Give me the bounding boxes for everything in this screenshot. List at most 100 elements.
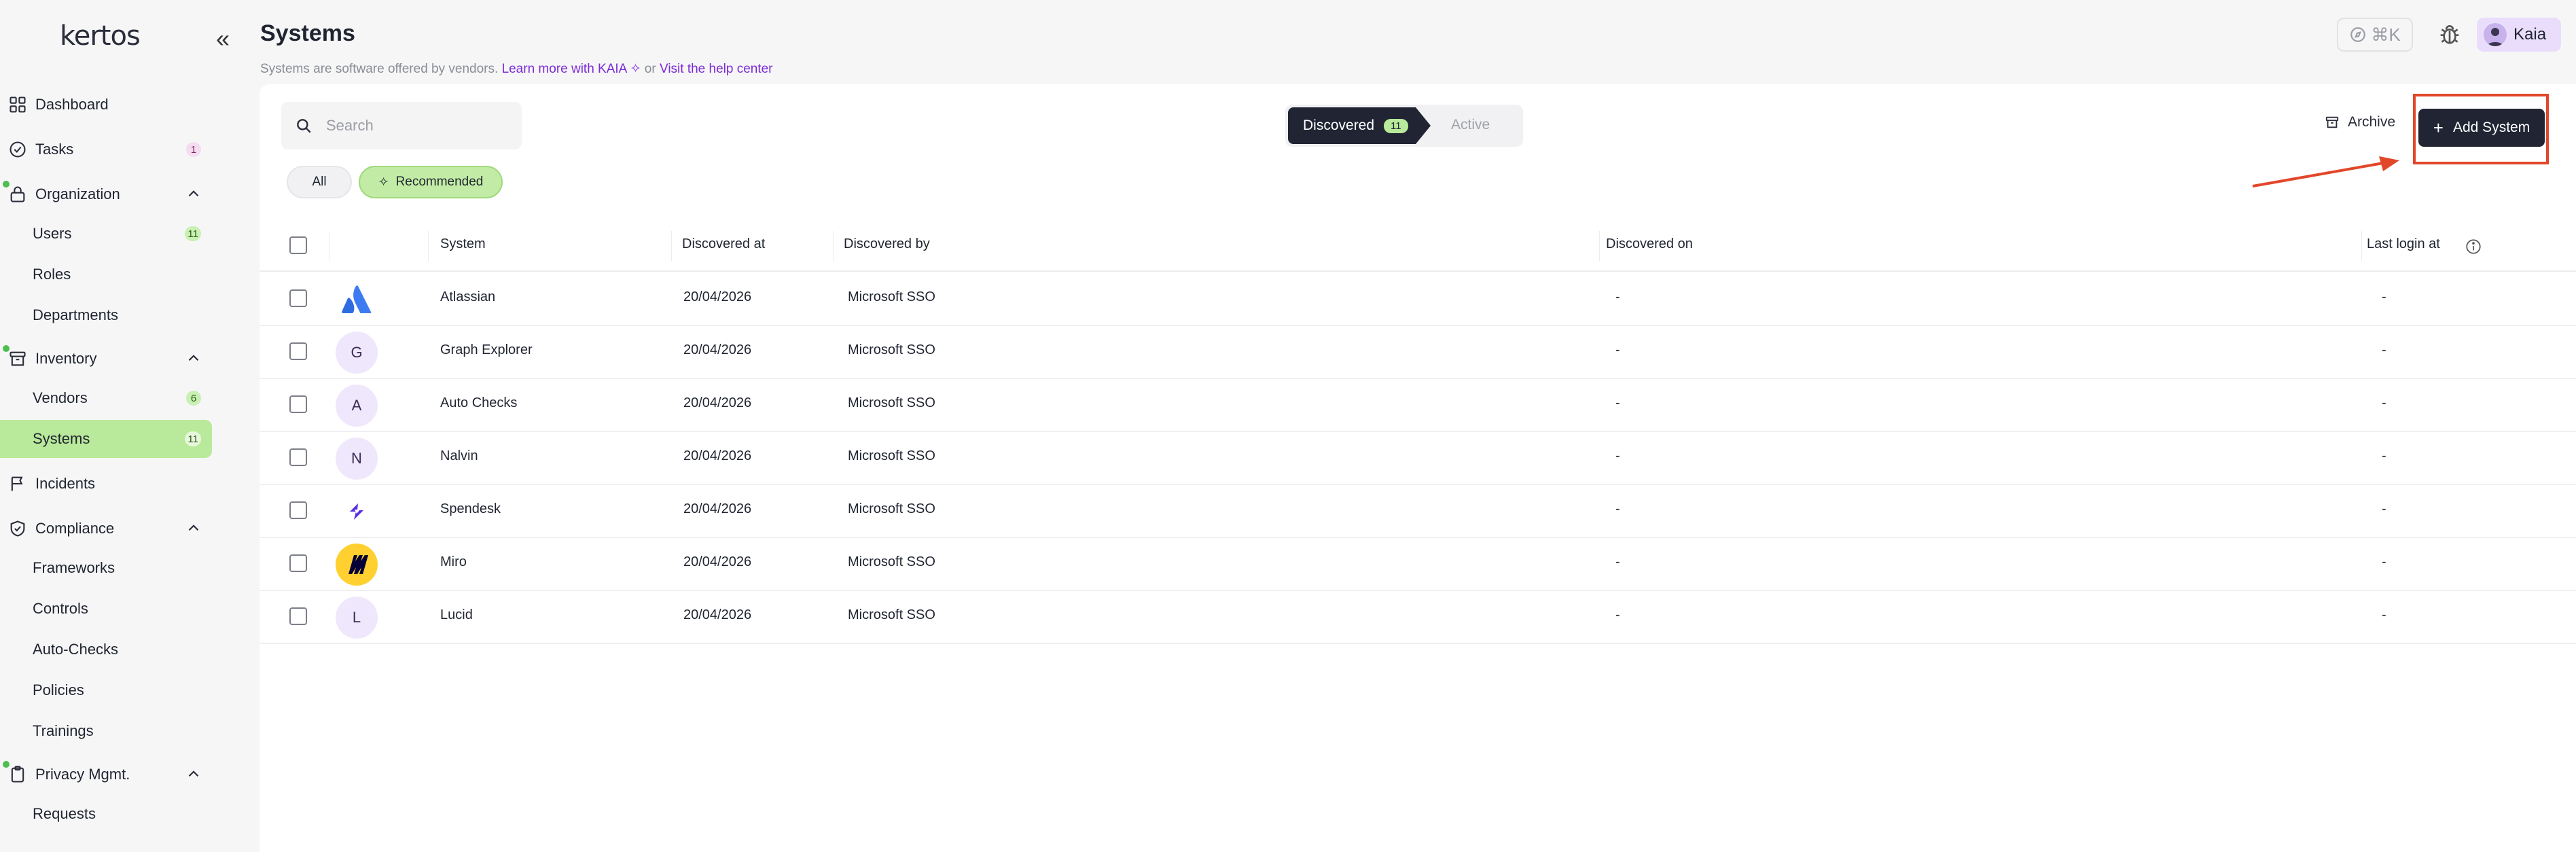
system-name[interactable]: Auto Checks bbox=[440, 395, 517, 411]
system-name[interactable]: Miro bbox=[440, 554, 467, 570]
row-checkbox[interactable] bbox=[289, 448, 307, 466]
sidebar-item-label: Controls bbox=[33, 600, 88, 617]
discovered-at: 20/04/2026 bbox=[683, 501, 752, 516]
subtitle-or: or bbox=[644, 62, 656, 76]
sidebar-item-label: Requests bbox=[33, 805, 96, 822]
archive-button[interactable]: Archive bbox=[2325, 114, 2395, 130]
chevron-up-icon[interactable] bbox=[185, 185, 202, 202]
last-login-at: - bbox=[2382, 289, 2386, 304]
sidebar-item-vendors[interactable]: Vendors 6 bbox=[0, 379, 212, 417]
subtitle-text: Systems are software offered by vendors. bbox=[260, 62, 499, 76]
row-checkbox[interactable] bbox=[289, 342, 307, 360]
last-login-at: - bbox=[2382, 448, 2386, 463]
sidebar-item-privacy-mgmt[interactable]: Privacy Mgmt. bbox=[0, 756, 212, 794]
sidebar-item-label: Auto-Checks bbox=[33, 641, 118, 658]
vendors-count-badge: 6 bbox=[186, 391, 201, 406]
filter-recommended-chip[interactable]: ✧ Recommended bbox=[359, 166, 503, 198]
sidebar-item-frameworks[interactable]: Frameworks bbox=[0, 549, 212, 587]
chevron-up-icon[interactable] bbox=[185, 349, 202, 367]
table-row[interactable]: A Auto Checks 20/04/2026 Microsoft SSO -… bbox=[260, 378, 2576, 432]
row-checkbox[interactable] bbox=[289, 607, 307, 625]
chevron-up-icon[interactable] bbox=[185, 519, 202, 537]
system-name[interactable]: Graph Explorer bbox=[440, 342, 533, 358]
table-row[interactable]: Atlassian 20/04/2026 Microsoft SSO - - bbox=[260, 272, 2576, 326]
sidebar-item-controls[interactable]: Controls bbox=[0, 590, 212, 628]
learn-more-kaia-link[interactable]: Learn more with KAIA bbox=[502, 62, 627, 76]
system-name[interactable]: Atlassian bbox=[440, 289, 495, 305]
archive-label: Archive bbox=[2348, 114, 2396, 130]
discovered-by: Microsoft SSO bbox=[848, 448, 935, 463]
row-checkbox[interactable] bbox=[289, 289, 307, 307]
discovered-by: Microsoft SSO bbox=[848, 501, 935, 516]
table-header: System Discovered at Discovered by Disco… bbox=[260, 220, 2576, 272]
sidebar-item-compliance[interactable]: Compliance bbox=[0, 510, 212, 548]
compass-icon bbox=[2350, 27, 2366, 42]
select-all-checkbox[interactable] bbox=[289, 236, 307, 254]
miro-logo bbox=[336, 544, 378, 586]
row-checkbox[interactable] bbox=[289, 554, 307, 572]
annotation-arrow bbox=[2252, 156, 2399, 188]
user-menu-button[interactable]: Kaia bbox=[2477, 18, 2561, 52]
sidebar-item-requests[interactable]: Requests bbox=[0, 795, 212, 833]
users-count-badge: 11 bbox=[185, 226, 201, 241]
tasks-count-badge: 1 bbox=[186, 142, 201, 157]
kertos-logo[interactable]: kertos bbox=[60, 20, 141, 52]
shortcut-label: ⌘K bbox=[2371, 24, 2401, 45]
table-row[interactable]: Miro 20/04/2026 Microsoft SSO - - bbox=[260, 537, 2576, 591]
sidebar-item-tasks[interactable]: Tasks 1 bbox=[0, 130, 212, 168]
tab-active[interactable]: Active bbox=[1451, 117, 1490, 133]
search-box[interactable] bbox=[281, 102, 522, 149]
sidebar-item-label: Dashboard bbox=[35, 96, 109, 113]
discovered-at: 20/04/2026 bbox=[683, 607, 752, 622]
sidebar-item-dashboard[interactable]: Dashboard bbox=[0, 86, 212, 124]
table-row[interactable]: Spendesk 20/04/2026 Microsoft SSO - - bbox=[260, 484, 2576, 538]
table-row[interactable]: L Lucid 20/04/2026 Microsoft SSO - - bbox=[260, 590, 2576, 644]
sidebar-item-trainings[interactable]: Trainings bbox=[0, 712, 212, 750]
bug-icon[interactable] bbox=[2436, 20, 2463, 48]
column-header-system[interactable]: System bbox=[440, 236, 486, 252]
sidebar-item-departments[interactable]: Departments bbox=[0, 296, 212, 334]
sidebar-item-roles[interactable]: Roles bbox=[0, 255, 212, 294]
add-system-button[interactable]: + Add System bbox=[2418, 109, 2545, 147]
discovered-at: 20/04/2026 bbox=[683, 448, 752, 463]
column-header-discovered-at[interactable]: Discovered at bbox=[682, 236, 765, 252]
sidebar-item-label: Users bbox=[33, 225, 72, 242]
sidebar-item-inventory[interactable]: Inventory bbox=[0, 340, 212, 378]
sidebar-item-users[interactable]: Users 11 bbox=[0, 215, 212, 253]
chevron-up-icon[interactable] bbox=[185, 765, 202, 783]
lock-icon bbox=[10, 186, 25, 202]
discovered-on: - bbox=[1615, 554, 1620, 569]
sidebar-item-label: Departments bbox=[33, 306, 118, 323]
sparkle-icon: ✧ bbox=[378, 175, 389, 190]
sidebar-item-auto-checks[interactable]: Auto-Checks bbox=[0, 631, 212, 669]
system-name[interactable]: Spendesk bbox=[440, 501, 501, 517]
discovered-on: - bbox=[1615, 501, 1620, 516]
command-palette-button[interactable]: ⌘K bbox=[2337, 18, 2413, 52]
column-header-discovered-by[interactable]: Discovered by bbox=[844, 236, 930, 252]
table-row[interactable]: G Graph Explorer 20/04/2026 Microsoft SS… bbox=[260, 325, 2576, 379]
table-row[interactable]: N Nalvin 20/04/2026 Microsoft SSO - - bbox=[260, 431, 2576, 485]
sidebar-item-organization[interactable]: Organization bbox=[0, 175, 212, 213]
collapse-sidebar-icon[interactable]: « bbox=[216, 24, 230, 53]
discovered-on: - bbox=[1615, 342, 1620, 357]
sidebar-item-policies[interactable]: Policies bbox=[0, 671, 212, 709]
sidebar-item-label: Inventory bbox=[35, 350, 97, 367]
sidebar-item-systems[interactable]: Systems 11 bbox=[0, 420, 212, 458]
page-title: Systems bbox=[260, 20, 355, 46]
plus-icon: + bbox=[2433, 118, 2444, 138]
column-header-last-login-at[interactable]: Last login at bbox=[2367, 236, 2440, 252]
tab-discovered[interactable]: Discovered 11 bbox=[1288, 107, 1431, 144]
column-header-discovered-on[interactable]: Discovered on bbox=[1606, 236, 1693, 252]
info-icon[interactable] bbox=[2465, 238, 2482, 255]
system-name[interactable]: Nalvin bbox=[440, 448, 478, 464]
column-divider bbox=[2361, 231, 2362, 261]
search-input[interactable] bbox=[325, 116, 511, 135]
row-checkbox[interactable] bbox=[289, 501, 307, 519]
help-center-link[interactable]: Visit the help center bbox=[660, 62, 773, 76]
sidebar-item-incidents[interactable]: Incidents bbox=[0, 465, 212, 503]
system-name[interactable]: Lucid bbox=[440, 607, 473, 623]
row-checkbox[interactable] bbox=[289, 395, 307, 413]
filter-all-chip[interactable]: All bbox=[287, 166, 352, 198]
recommended-label: Recommended bbox=[395, 175, 484, 189]
column-divider bbox=[671, 231, 672, 261]
